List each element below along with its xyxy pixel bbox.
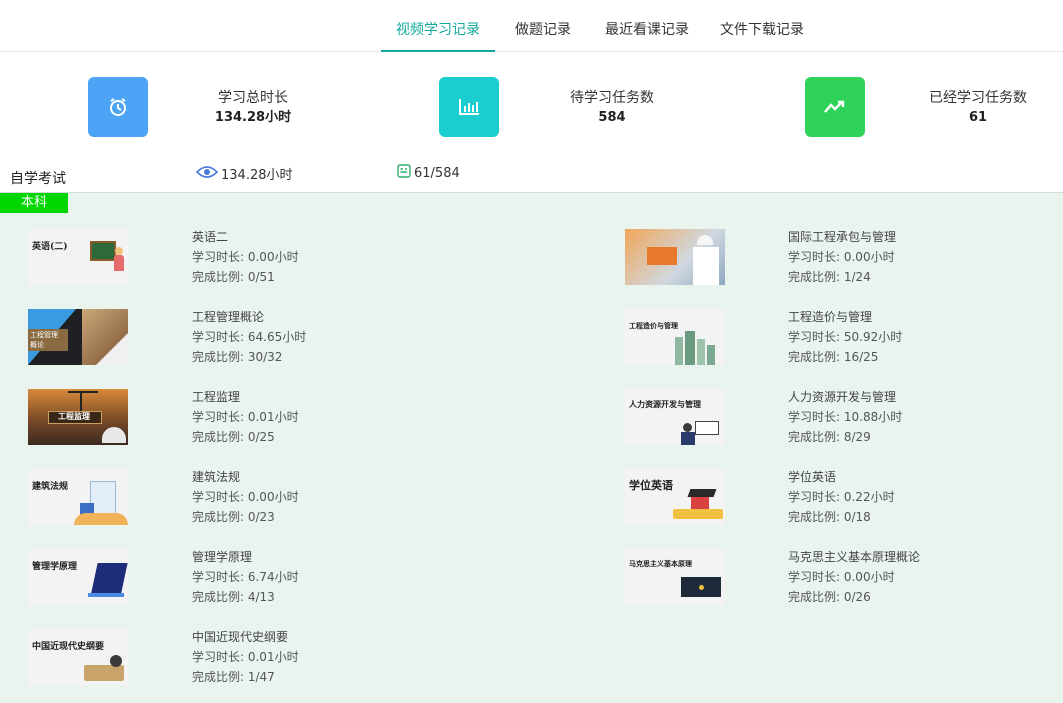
tab-download-records[interactable]: 文件下载记录 <box>712 0 812 52</box>
course-name: 英语二 <box>192 230 229 244</box>
stat-label: 已经学习任务数 <box>929 90 1027 106</box>
course-duration: 学习时长: 50.92小时 <box>788 330 903 344</box>
tab-video-records[interactable]: 视频学习记录 <box>381 0 495 52</box>
course-ratio: 完成比例: 0/51 <box>192 270 275 284</box>
course-thumbnail[interactable]: 工程监理 <box>28 389 128 445</box>
course-name: 管理学原理 <box>192 550 253 564</box>
stat-label: 学习总时长 <box>218 90 288 106</box>
course-item[interactable]: 马克思主义基本原理 马克思主义基本原理概论 学习时长: 0.00小时 完成比例:… <box>625 549 1045 609</box>
course-duration: 学习时长: 0.22小时 <box>788 490 895 504</box>
stat-value: 584 <box>598 110 626 125</box>
course-duration: 学习时长: 0.00小时 <box>192 250 299 264</box>
bar-chart-icon <box>439 77 499 137</box>
course-item[interactable]: 国际工程承包与管理 学习时长: 0.00小时 完成比例: 1/24 <box>625 229 1045 289</box>
course-item[interactable]: 管理学原理 管理学原理 学习时长: 6.74小时 完成比例: 4/13 <box>28 549 528 609</box>
course-thumbnail[interactable] <box>625 229 725 285</box>
course-list: 本科 英语(二) 英语二 学习时长: 0.00小时 完成比例: 0/51 工程管… <box>0 193 1063 703</box>
record-tabs: 视频学习记录 做题记录 最近看课记录 文件下载记录 <box>0 0 1063 52</box>
subject-progress-text: 61/584 <box>414 165 460 181</box>
course-duration: 学习时长: 0.01小时 <box>192 410 299 424</box>
course-item[interactable]: 工程监理 工程监理 学习时长: 0.01小时 完成比例: 0/25 <box>28 389 528 449</box>
course-name: 建筑法规 <box>192 470 241 484</box>
eye-icon <box>195 165 219 183</box>
course-ratio: 完成比例: 0/26 <box>788 590 871 604</box>
course-item[interactable]: 学位英语 学位英语 学习时长: 0.22小时 完成比例: 0/18 <box>625 469 1045 529</box>
subject-row: 自学考试 134.28小时 61/584 <box>0 160 1063 193</box>
course-item[interactable]: 工程管理 概论 工程管理概论 学习时长: 64.65小时 完成比例: 30/32 <box>28 309 528 369</box>
course-ratio: 完成比例: 16/25 <box>788 350 879 364</box>
course-ratio: 完成比例: 1/24 <box>788 270 871 284</box>
stat-total-duration: 学习总时长 134.28小时 <box>183 88 323 128</box>
level-badge: 本科 <box>0 193 68 213</box>
course-duration: 学习时长: 6.74小时 <box>192 570 299 584</box>
course-duration: 学习时长: 0.00小时 <box>788 250 895 264</box>
stat-completed-tasks: 已经学习任务数 61 <box>908 88 1048 128</box>
subject-name: 自学考试 <box>10 171 66 187</box>
trend-icon <box>805 77 865 137</box>
course-ratio: 完成比例: 30/32 <box>192 350 283 364</box>
course-thumbnail[interactable]: 马克思主义基本原理 <box>625 549 725 605</box>
course-name: 马克思主义基本原理概论 <box>788 550 921 564</box>
course-duration: 学习时长: 64.65小时 <box>192 330 307 344</box>
course-ratio: 完成比例: 0/23 <box>192 510 275 524</box>
course-name: 工程管理概论 <box>192 310 265 324</box>
subject-progress: 61/584 <box>397 164 460 182</box>
course-thumbnail[interactable]: 中国近现代史纲要 <box>28 629 128 685</box>
course-name: 工程造价与管理 <box>788 310 873 324</box>
stat-label: 待学习任务数 <box>570 90 654 106</box>
course-thumbnail[interactable]: 人力资源开发与管理 <box>625 389 725 445</box>
course-thumbnail[interactable]: 英语(二) <box>28 229 128 285</box>
course-thumbnail[interactable]: 工程管理 概论 <box>28 309 128 365</box>
course-ratio: 完成比例: 1/47 <box>192 670 275 684</box>
course-name: 国际工程承包与管理 <box>788 230 897 244</box>
subject-duration: 134.28小时 <box>195 164 293 183</box>
course-item[interactable]: 英语(二) 英语二 学习时长: 0.00小时 完成比例: 0/51 <box>28 229 528 289</box>
course-item[interactable]: 人力资源开发与管理 人力资源开发与管理 学习时长: 10.88小时 完成比例: … <box>625 389 1045 449</box>
clock-icon <box>88 77 148 137</box>
stat-value: 61 <box>968 110 988 125</box>
course-duration: 学习时长: 0.00小时 <box>788 570 895 584</box>
course-item[interactable]: 工程造价与管理 工程造价与管理 学习时长: 50.92小时 完成比例: 16/2… <box>625 309 1045 369</box>
course-duration: 学习时长: 0.00小时 <box>192 490 299 504</box>
course-item[interactable]: 建筑法规 建筑法规 学习时长: 0.00小时 完成比例: 0/23 <box>28 469 528 529</box>
course-name: 工程监理 <box>192 390 241 404</box>
course-name: 中国近现代史纲要 <box>192 630 289 644</box>
course-ratio: 完成比例: 8/29 <box>788 430 871 444</box>
stat-pending-tasks: 待学习任务数 584 <box>542 88 682 128</box>
course-name: 学位英语 <box>788 470 837 484</box>
course-duration: 学习时长: 10.88小时 <box>788 410 903 424</box>
tab-recent-records[interactable]: 最近看课记录 <box>597 0 697 52</box>
course-item[interactable]: 中国近现代史纲要 中国近现代史纲要 学习时长: 0.01小时 完成比例: 1/4… <box>28 629 528 689</box>
course-ratio: 完成比例: 0/25 <box>192 430 275 444</box>
course-ratio: 完成比例: 0/18 <box>788 510 871 524</box>
course-name: 人力资源开发与管理 <box>788 390 897 404</box>
course-thumbnail[interactable]: 管理学原理 <box>28 549 128 605</box>
course-thumbnail[interactable]: 建筑法规 <box>28 469 128 525</box>
course-thumbnail[interactable]: 工程造价与管理 <box>625 309 725 365</box>
course-ratio: 完成比例: 4/13 <box>192 590 275 604</box>
course-thumbnail[interactable]: 学位英语 <box>625 469 725 525</box>
stat-value: 134.28小时 <box>214 110 292 125</box>
subject-duration-text: 134.28小时 <box>221 168 293 183</box>
task-card-icon <box>397 164 411 182</box>
course-duration: 学习时长: 0.01小时 <box>192 650 299 664</box>
tab-exercise-records[interactable]: 做题记录 <box>505 0 581 52</box>
